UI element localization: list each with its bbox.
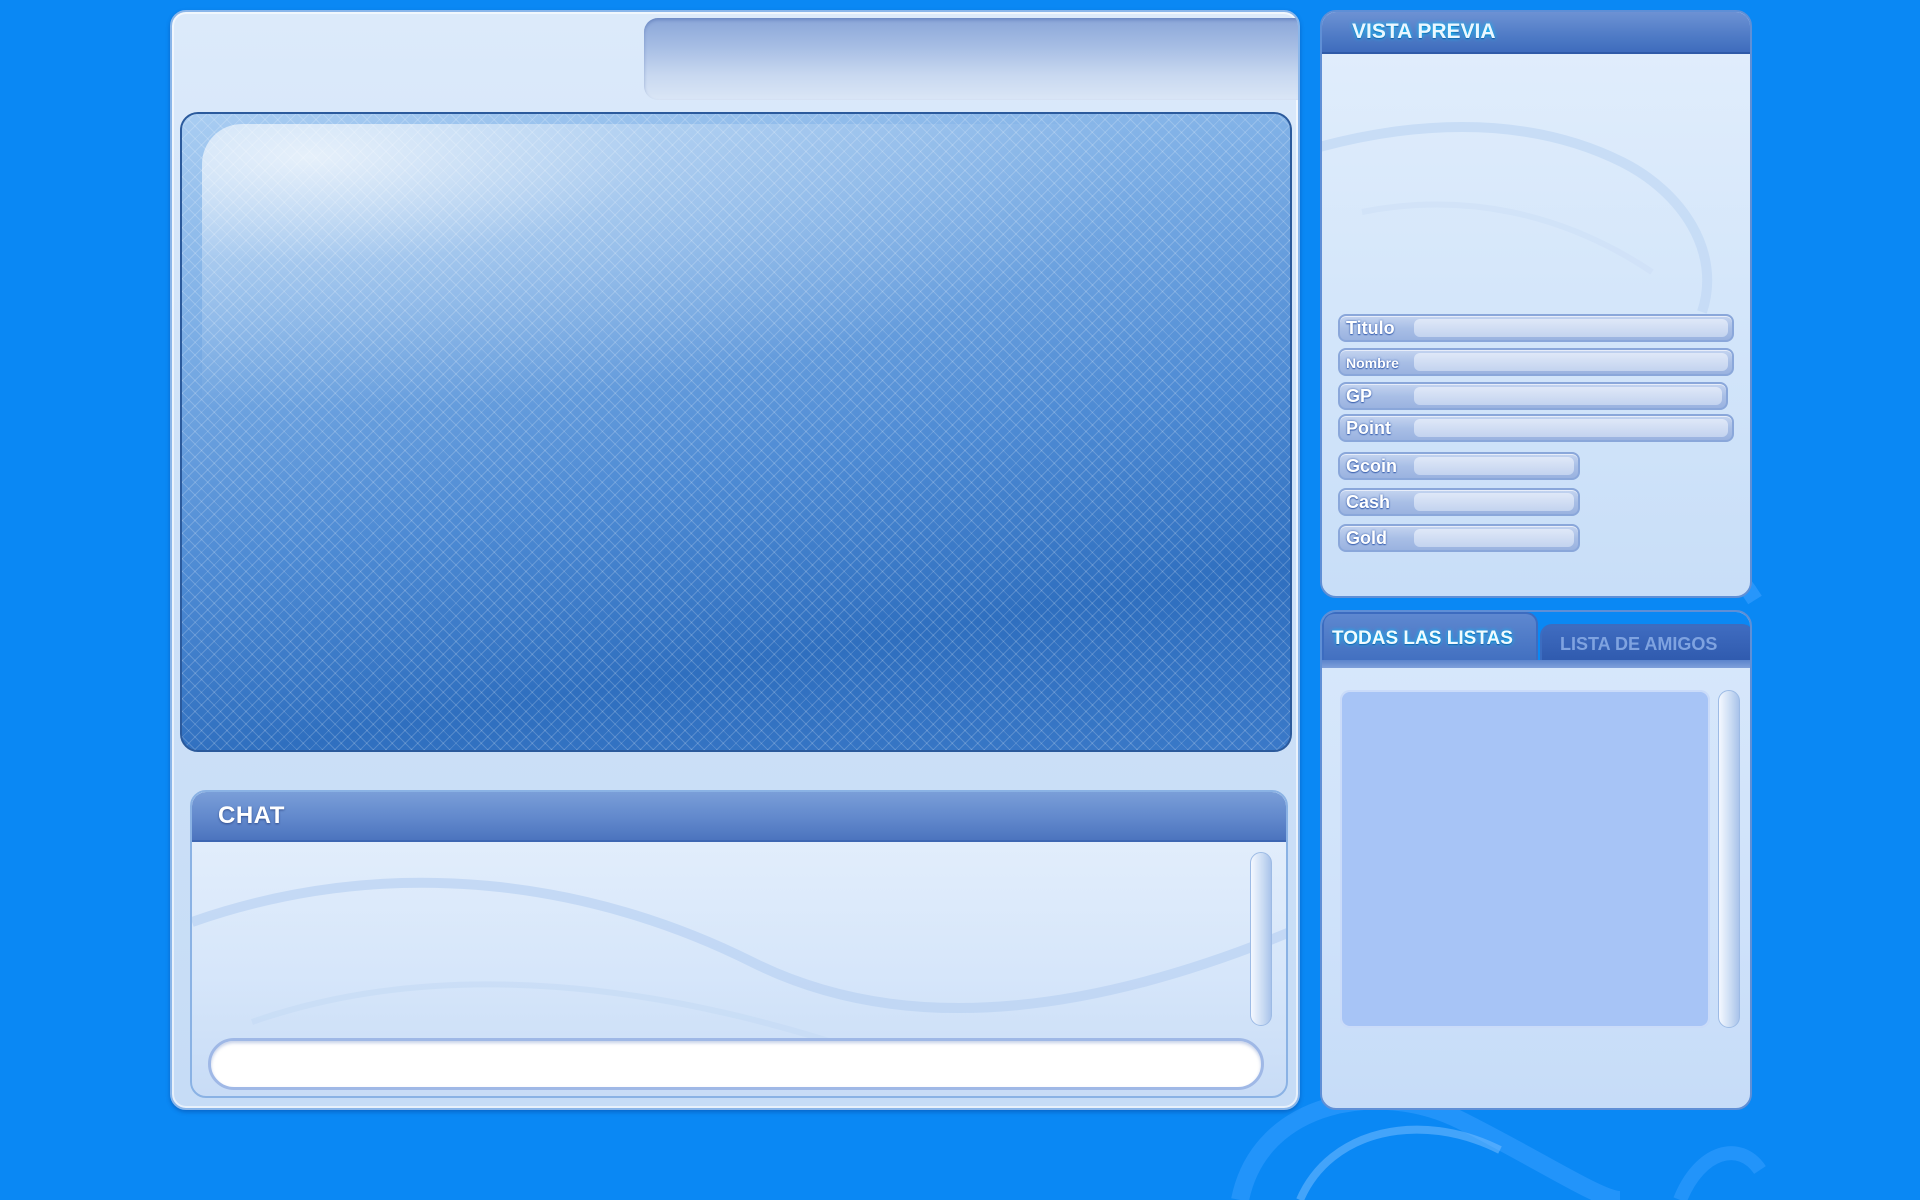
stat-point: Point [1338, 414, 1734, 442]
chat-scrollbar[interactable] [1250, 852, 1272, 1026]
preview-panel: VISTA PREVIA Titulo Nombre GP Point Gcoi… [1320, 10, 1752, 598]
preview-title: VISTA PREVIA [1352, 20, 1496, 43]
stat-gcoin-value [1414, 457, 1574, 475]
stat-titulo: Titulo [1338, 314, 1734, 342]
players-list[interactable] [1340, 690, 1710, 1028]
tabs-divider [1322, 660, 1750, 668]
main-panel: CHAT [170, 10, 1300, 1110]
stat-nombre: Nombre [1338, 348, 1734, 376]
stat-gp-value [1414, 387, 1722, 405]
stat-titulo-label: Titulo [1346, 318, 1395, 338]
tab-friends-list-label: LISTA DE AMIGOS [1560, 634, 1718, 654]
viewport-gloss [202, 124, 1282, 454]
stat-gp-label: GP [1346, 386, 1373, 406]
top-title-bar [644, 18, 1298, 100]
stat-gcoin-label: Gcoin [1346, 456, 1398, 476]
stat-gold: Gold [1338, 524, 1580, 552]
preview-header: VISTA PREVIA [1322, 12, 1750, 54]
stat-cash-label: Cash [1346, 492, 1391, 512]
stat-point-value [1414, 419, 1728, 437]
chat-log[interactable] [196, 848, 1254, 1028]
stat-point-label: Point [1346, 418, 1391, 438]
stat-gcoin: Gcoin [1338, 452, 1580, 480]
chat-header: CHAT [192, 792, 1286, 842]
stat-gold-value [1414, 529, 1574, 547]
stat-gp: GP [1338, 382, 1728, 410]
tab-all-lists[interactable]: TODAS LAS LISTAS [1322, 612, 1538, 662]
stat-nombre-label: Nombre [1346, 355, 1399, 371]
chat-panel: CHAT [190, 790, 1288, 1098]
tab-all-lists-label: TODAS LAS LISTAS [1332, 628, 1513, 649]
chat-title: CHAT [218, 802, 285, 829]
players-list-scrollbar[interactable] [1718, 690, 1740, 1028]
lists-panel: TODAS LAS LISTAS LISTA DE AMIGOS [1320, 610, 1752, 1110]
chat-input[interactable] [208, 1038, 1264, 1090]
game-viewport[interactable] [180, 112, 1292, 752]
tab-friends-list[interactable]: LISTA DE AMIGOS [1540, 624, 1750, 662]
lists-tabs: TODAS LAS LISTAS LISTA DE AMIGOS [1322, 612, 1750, 662]
stat-titulo-value [1414, 319, 1728, 337]
game-lobby-screen: CHAT VISTA PREVIA Titulo Nombre GP Point… [0, 0, 1920, 1200]
stat-nombre-value [1414, 353, 1728, 371]
stat-cash: Cash [1338, 488, 1580, 516]
stat-cash-value [1414, 493, 1574, 511]
stat-gold-label: Gold [1346, 528, 1387, 548]
